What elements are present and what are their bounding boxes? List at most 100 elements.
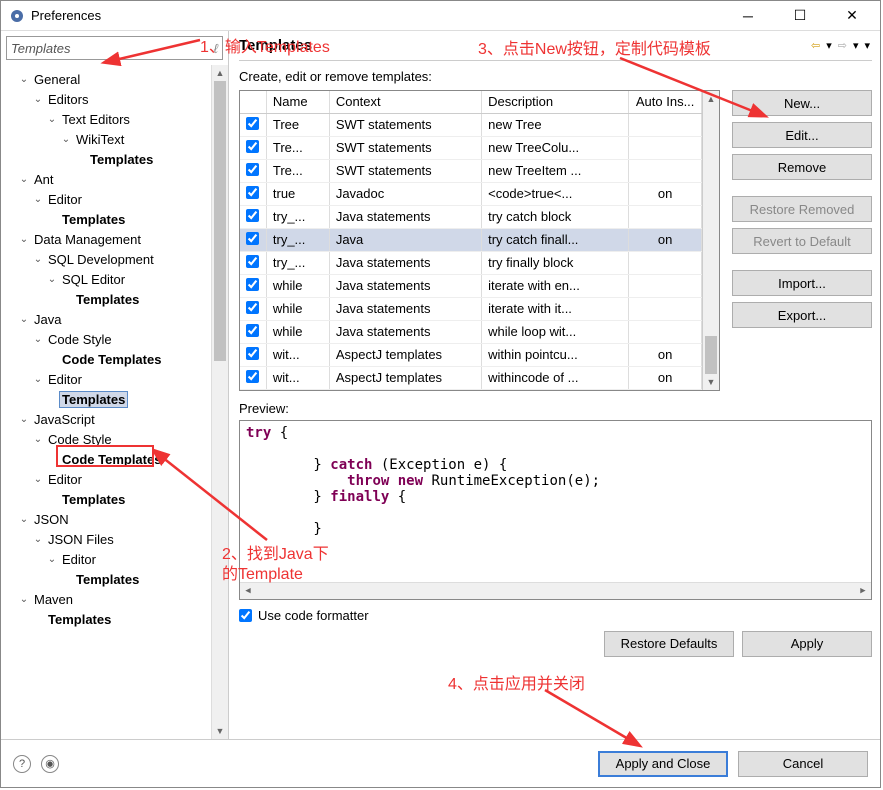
table-row[interactable]: whileJava statementsiterate with en...	[240, 274, 702, 297]
apply-button[interactable]: Apply	[742, 631, 872, 657]
table-row[interactable]: whileJava statementsiterate with it...	[240, 297, 702, 320]
row-checkbox[interactable]	[246, 255, 259, 268]
row-checkbox[interactable]	[246, 301, 259, 314]
tree-item[interactable]: ⌄WikiText	[3, 129, 211, 149]
expand-icon[interactable]: ⌄	[59, 134, 73, 145]
tree-item[interactable]: ⌄Editor	[3, 469, 211, 489]
row-checkbox[interactable]	[246, 232, 259, 245]
tree-item[interactable]: ⌄Code Style	[3, 429, 211, 449]
col-context[interactable]: Context	[329, 91, 481, 113]
export-button[interactable]: Export...	[732, 302, 872, 328]
workspace-icon[interactable]: ◉	[41, 755, 59, 773]
tree-item[interactable]: Templates	[3, 389, 211, 409]
clear-search-icon[interactable]: ℓ	[214, 41, 218, 56]
table-row[interactable]: trueJavadoc<code>true<...on	[240, 182, 702, 205]
tree-item[interactable]: ⌄General	[3, 69, 211, 89]
nav-forward-icon[interactable]: ⇨	[836, 39, 849, 52]
tree-item[interactable]: ⌄Data Management	[3, 229, 211, 249]
row-checkbox[interactable]	[246, 163, 259, 176]
tree-item[interactable]: ⌄Editor	[3, 549, 211, 569]
tree-item[interactable]: Templates	[3, 609, 211, 629]
row-checkbox[interactable]	[246, 186, 259, 199]
tree-item[interactable]: ⌄SQL Editor	[3, 269, 211, 289]
expand-icon[interactable]: ⌄	[31, 534, 45, 545]
maximize-button[interactable]: ☐	[780, 2, 820, 30]
remove-button[interactable]: Remove	[732, 154, 872, 180]
nav-menu-icon[interactable]: ▾	[862, 39, 872, 52]
row-checkbox[interactable]	[246, 278, 259, 291]
scroll-right-icon[interactable]: ▶	[855, 583, 871, 599]
use-formatter-checkbox[interactable]	[239, 609, 252, 622]
table-row[interactable]: try_...Java statementstry catch block	[240, 205, 702, 228]
row-checkbox[interactable]	[246, 370, 259, 383]
expand-icon[interactable]: ⌄	[31, 334, 45, 345]
preferences-tree[interactable]: ⌄General⌄Editors⌄Text Editors⌄WikiTextTe…	[3, 65, 211, 739]
expand-icon[interactable]: ⌄	[31, 434, 45, 445]
tree-item[interactable]: ⌄SQL Development	[3, 249, 211, 269]
expand-icon[interactable]: ⌄	[17, 74, 31, 85]
tree-item[interactable]: Templates	[3, 149, 211, 169]
table-row[interactable]: try_...Java statementstry finally block	[240, 251, 702, 274]
col-auto-insert[interactable]: Auto Ins...	[629, 91, 702, 113]
help-icon[interactable]: ?	[13, 755, 31, 773]
templates-table[interactable]: Name Context Description Auto Ins... Tre…	[239, 90, 720, 391]
expand-icon[interactable]: ⌄	[45, 554, 59, 565]
table-row[interactable]: Tre...SWT statementsnew TreeColu...	[240, 136, 702, 159]
tree-item[interactable]: ⌄Code Style	[3, 329, 211, 349]
tree-item[interactable]: ⌄Ant	[3, 169, 211, 189]
table-scrollbar[interactable]: ▲ ▼	[702, 91, 719, 390]
tree-item[interactable]: ⌄Editors	[3, 89, 211, 109]
tree-item[interactable]: ⌄JavaScript	[3, 409, 211, 429]
row-checkbox[interactable]	[246, 324, 259, 337]
scroll-up-icon[interactable]: ▲	[703, 91, 719, 107]
expand-icon[interactable]: ⌄	[31, 374, 45, 385]
row-checkbox[interactable]	[246, 209, 259, 222]
edit-button[interactable]: Edit...	[732, 122, 872, 148]
expand-icon[interactable]: ⌄	[45, 114, 59, 125]
nav-back-menu-icon[interactable]: ▾	[824, 39, 834, 52]
table-row[interactable]: wit...AspectJ templateswithin pointcu...…	[240, 343, 702, 366]
new-button[interactable]: New...	[732, 90, 872, 116]
expand-icon[interactable]: ⌄	[17, 314, 31, 325]
tree-item[interactable]: ⌄Java	[3, 309, 211, 329]
scroll-down-icon[interactable]: ▼	[703, 374, 719, 390]
row-checkbox[interactable]	[246, 117, 259, 130]
search-field[interactable]	[11, 41, 214, 56]
revert-button[interactable]: Revert to Default	[732, 228, 872, 254]
table-row[interactable]: try_...Javatry catch finall...on	[240, 228, 702, 251]
expand-icon[interactable]: ⌄	[31, 474, 45, 485]
tree-item[interactable]: Templates	[3, 489, 211, 509]
row-checkbox[interactable]	[246, 140, 259, 153]
minimize-button[interactable]: ─	[728, 2, 768, 30]
expand-icon[interactable]: ⌄	[31, 94, 45, 105]
expand-icon[interactable]: ⌄	[31, 254, 45, 265]
col-name[interactable]: Name	[266, 91, 329, 113]
expand-icon[interactable]: ⌄	[45, 274, 59, 285]
table-row[interactable]: whileJava statementswhile loop wit...	[240, 320, 702, 343]
nav-back-icon[interactable]: ⇦	[809, 39, 822, 52]
row-checkbox[interactable]	[246, 347, 259, 360]
scroll-left-icon[interactable]: ◀	[240, 583, 256, 599]
tree-item[interactable]: ⌄Editor	[3, 189, 211, 209]
tree-item[interactable]: Code Templates	[3, 449, 211, 469]
expand-icon[interactable]: ⌄	[17, 594, 31, 605]
tree-item[interactable]: ⌄JSON Files	[3, 529, 211, 549]
tree-scrollbar[interactable]: ▲ ▼	[211, 65, 228, 739]
search-input[interactable]: ℓ	[6, 36, 223, 60]
restore-defaults-button[interactable]: Restore Defaults	[604, 631, 734, 657]
table-row[interactable]: Tre...SWT statementsnew TreeItem ...	[240, 159, 702, 182]
tree-item[interactable]: ⌄Editor	[3, 369, 211, 389]
tree-item[interactable]: Templates	[3, 569, 211, 589]
tree-item[interactable]: ⌄Maven	[3, 589, 211, 609]
expand-icon[interactable]: ⌄	[31, 194, 45, 205]
tree-item[interactable]: Templates	[3, 289, 211, 309]
expand-icon[interactable]: ⌄	[17, 414, 31, 425]
tree-item[interactable]: Code Templates	[3, 349, 211, 369]
expand-icon[interactable]: ⌄	[17, 174, 31, 185]
scroll-up-icon[interactable]: ▲	[212, 65, 228, 81]
col-description[interactable]: Description	[482, 91, 629, 113]
close-button[interactable]: ✕	[832, 2, 872, 30]
apply-and-close-button[interactable]: Apply and Close	[598, 751, 728, 777]
restore-removed-button[interactable]: Restore Removed	[732, 196, 872, 222]
scroll-thumb[interactable]	[705, 336, 717, 374]
